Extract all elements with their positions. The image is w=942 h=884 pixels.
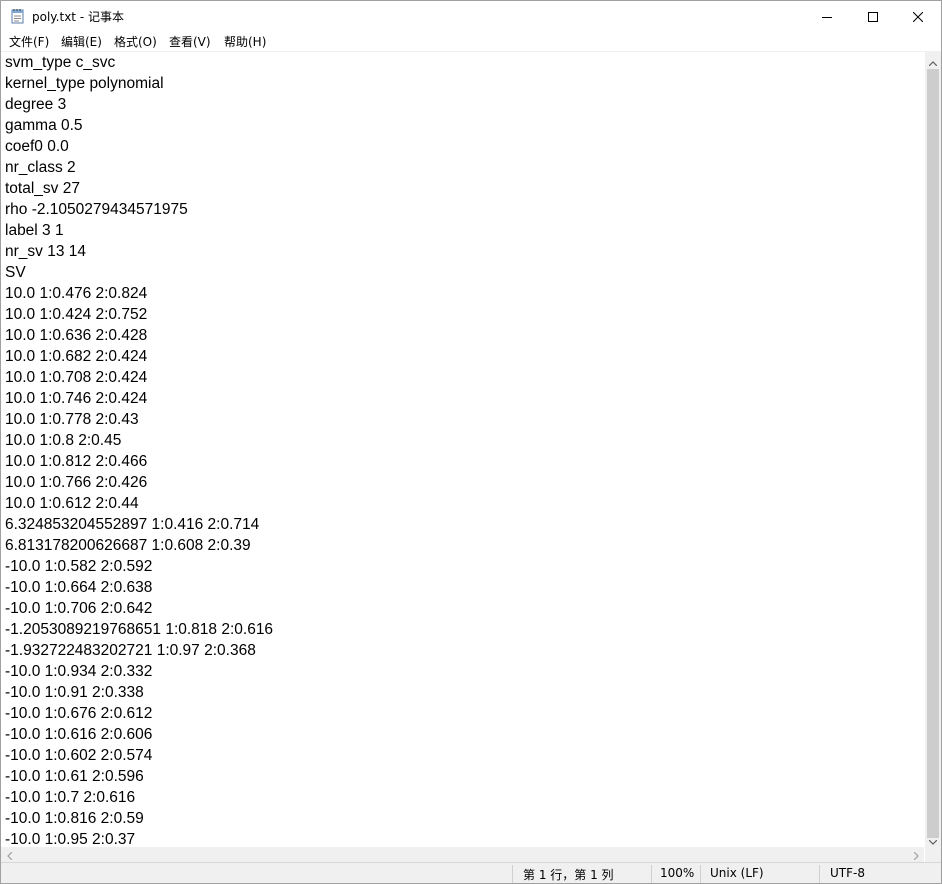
text-line: 10.0 1:0.612 2:0.44 bbox=[5, 495, 139, 512]
menu-format[interactable]: 格式(O) bbox=[114, 33, 157, 50]
text-line: -10.0 1:0.664 2:0.638 bbox=[5, 579, 153, 596]
text-line: gamma 0.5 bbox=[5, 117, 83, 134]
maximize-icon bbox=[868, 7, 878, 26]
status-separator bbox=[651, 865, 652, 883]
window-title: poly.txt - 记事本 bbox=[32, 10, 124, 24]
text-line: 6.813178200626687 1:0.608 2:0.39 bbox=[5, 537, 251, 554]
text-line: degree 3 bbox=[5, 96, 67, 113]
text-line: nr_sv 13 14 bbox=[5, 243, 86, 260]
text-line: -10.0 1:0.706 2:0.642 bbox=[5, 600, 153, 617]
zoom-level: 100% bbox=[660, 866, 695, 880]
text-line: coef0 0.0 bbox=[5, 138, 69, 155]
text-line: -10.0 1:0.676 2:0.612 bbox=[5, 705, 153, 722]
text-line: nr_class 2 bbox=[5, 159, 76, 176]
text-line: -10.0 1:0.582 2:0.592 bbox=[5, 558, 153, 575]
line-ending: Unix (LF) bbox=[710, 866, 764, 880]
close-icon bbox=[912, 7, 924, 26]
minimize-icon bbox=[822, 7, 832, 26]
vertical-scroll-thumb[interactable] bbox=[927, 69, 939, 838]
text-line: svm_type c_svc bbox=[5, 54, 116, 71]
minimize-button[interactable] bbox=[804, 1, 850, 31]
text-line: -1.932722483202721 1:0.97 2:0.368 bbox=[5, 642, 256, 659]
status-separator bbox=[819, 865, 820, 883]
text-line: 10.0 1:0.778 2:0.43 bbox=[5, 411, 139, 428]
text-line: kernel_type polynomial bbox=[5, 75, 164, 92]
notepad-icon bbox=[11, 8, 25, 24]
text-line: SV bbox=[5, 264, 26, 281]
text-line: 10.0 1:0.812 2:0.466 bbox=[5, 453, 148, 470]
status-bar: 第 1 行，第 1 列 100% Unix (LF) UTF-8 bbox=[1, 862, 941, 883]
scroll-down-button[interactable] bbox=[925, 831, 941, 847]
text-line: label 3 1 bbox=[5, 222, 64, 239]
text-line: -10.0 1:0.95 2:0.37 bbox=[5, 831, 136, 847]
status-separator bbox=[700, 865, 701, 883]
vertical-scrollbar[interactable] bbox=[925, 52, 941, 847]
text-line: 10.0 1:0.708 2:0.424 bbox=[5, 369, 148, 386]
maximize-button[interactable] bbox=[850, 1, 896, 31]
text-line: -10.0 1:0.816 2:0.59 bbox=[5, 810, 144, 827]
encoding: UTF-8 bbox=[830, 866, 865, 880]
text-line: 10.0 1:0.746 2:0.424 bbox=[5, 390, 148, 407]
text-line: -1.2053089219768651 1:0.818 2:0.616 bbox=[5, 621, 274, 638]
menu-help[interactable]: 帮助(H) bbox=[224, 33, 266, 50]
text-line: -10.0 1:0.934 2:0.332 bbox=[5, 663, 153, 680]
text-line: 10.0 1:0.476 2:0.824 bbox=[5, 285, 148, 302]
text-line: 10.0 1:0.636 2:0.428 bbox=[5, 327, 148, 344]
text-line: -10.0 1:0.91 2:0.338 bbox=[5, 684, 144, 701]
status-separator bbox=[512, 865, 513, 883]
scroll-up-button[interactable] bbox=[925, 52, 941, 68]
text-line: -10.0 1:0.61 2:0.596 bbox=[5, 768, 144, 785]
cursor-position: 第 1 行，第 1 列 bbox=[523, 868, 614, 882]
menu-file[interactable]: 文件(F) bbox=[9, 33, 49, 50]
text-line: rho -2.1050279434571975 bbox=[5, 201, 188, 218]
menu-view[interactable]: 查看(V) bbox=[169, 33, 211, 50]
text-line: -10.0 1:0.602 2:0.574 bbox=[5, 747, 153, 764]
text-line: 6.324853204552897 1:0.416 2:0.714 bbox=[5, 516, 260, 533]
chevron-down-icon bbox=[928, 830, 938, 849]
scrollbar-corner bbox=[925, 847, 941, 862]
notepad-window: poly.txt - 记事本 文件(F) 编辑(E) 格式(O) 查看(V) 帮… bbox=[0, 0, 942, 884]
text-line: 10.0 1:0.766 2:0.426 bbox=[5, 474, 148, 491]
title-bar[interactable]: poly.txt - 记事本 bbox=[1, 1, 941, 31]
text-line: 10.0 1:0.8 2:0.45 bbox=[5, 432, 122, 449]
scroll-right-button[interactable] bbox=[908, 847, 924, 862]
chevron-up-icon bbox=[928, 51, 938, 70]
text-line: total_sv 27 bbox=[5, 180, 80, 197]
text-line: 10.0 1:0.424 2:0.752 bbox=[5, 306, 148, 323]
close-button[interactable] bbox=[895, 1, 941, 31]
menu-bar: 文件(F) 编辑(E) 格式(O) 查看(V) 帮助(H) bbox=[1, 31, 941, 52]
text-line: 10.0 1:0.682 2:0.424 bbox=[5, 348, 148, 365]
scroll-left-button[interactable] bbox=[1, 847, 17, 862]
text-line: -10.0 1:0.7 2:0.616 bbox=[5, 789, 136, 806]
menu-edit[interactable]: 编辑(E) bbox=[61, 33, 102, 50]
text-editor[interactable]: svm_type c_svc kernel_type polynomial degr… bbox=[1, 52, 924, 847]
horizontal-scrollbar[interactable] bbox=[1, 847, 924, 862]
text-line: -10.0 1:0.616 2:0.606 bbox=[5, 726, 153, 743]
